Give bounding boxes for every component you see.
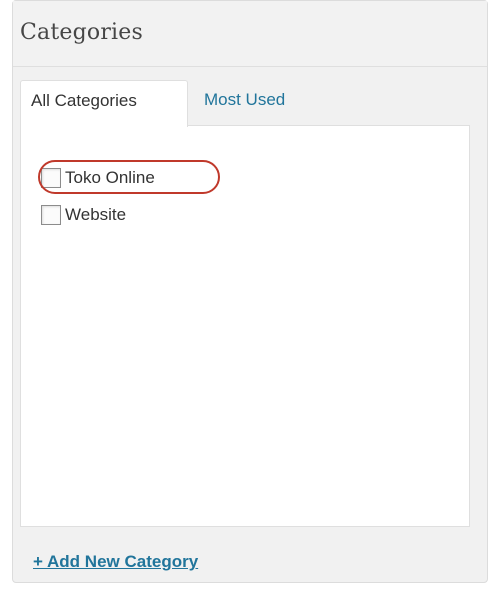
add-new-category-link[interactable]: + Add New Category bbox=[33, 552, 198, 572]
tab-most-used[interactable]: Most Used bbox=[194, 80, 285, 126]
category-item-toko-online[interactable]: Toko Online bbox=[41, 166, 155, 190]
category-tabs: All Categories Most Used bbox=[20, 80, 470, 127]
category-list-panel: Toko Online Website bbox=[20, 125, 470, 527]
category-label: Website bbox=[65, 205, 127, 224]
category-item-website[interactable]: Website bbox=[41, 203, 126, 227]
category-checkbox[interactable] bbox=[41, 168, 61, 188]
category-label: Toko Online bbox=[65, 168, 155, 187]
category-checkbox[interactable] bbox=[41, 205, 61, 225]
panel-title: Categories bbox=[20, 20, 143, 45]
tab-all-categories[interactable]: All Categories bbox=[20, 80, 188, 127]
